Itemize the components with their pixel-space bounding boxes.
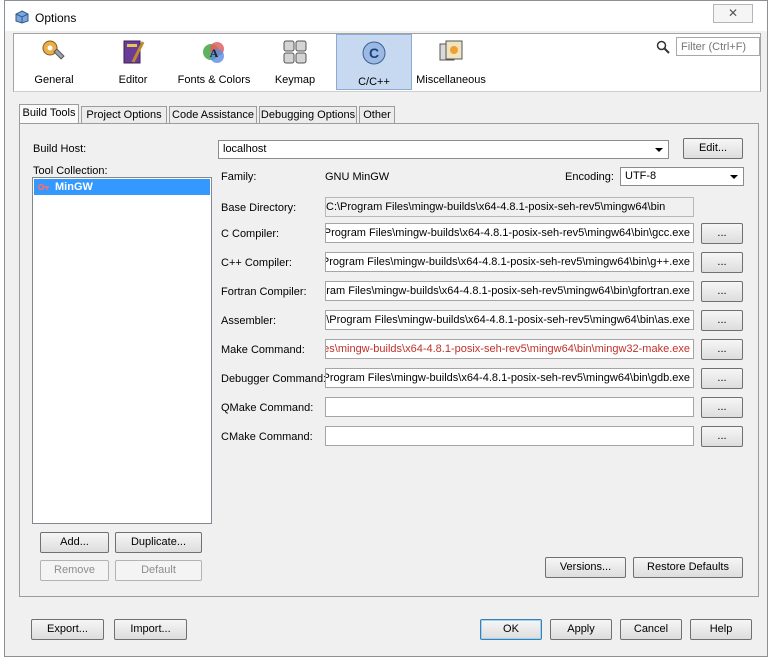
category-general[interactable]: General <box>16 34 92 90</box>
tool-collection-list[interactable]: MinGW <box>32 177 212 524</box>
cmake-command-label: CMake Command: <box>221 431 313 443</box>
base-directory-label: Base Directory: <box>221 202 297 214</box>
title-bar: Options ✕ <box>5 1 767 31</box>
c-compiler-field[interactable]: C:\Program Files\mingw-builds\x64-4.8.1-… <box>325 223 694 243</box>
restore-defaults-button[interactable]: Restore Defaults <box>633 557 743 578</box>
tab-debugging-options[interactable]: Debugging Options <box>259 106 357 124</box>
category-label: Keymap <box>274 74 316 86</box>
tab-code-assistance[interactable]: Code Assistance <box>169 106 257 124</box>
category-miscellaneous[interactable]: Miscellaneous <box>414 34 488 90</box>
picture-frames-icon <box>439 40 463 61</box>
category-label: Fonts & Colors <box>177 74 251 86</box>
c-compiler-browse-button[interactable]: ... <box>701 223 743 244</box>
palette-icon: A <box>203 42 224 63</box>
build-host-value: localhost <box>223 143 267 155</box>
ok-button[interactable]: OK <box>480 619 542 640</box>
help-button[interactable]: Help <box>690 619 752 640</box>
cpp-compiler-label: C++ Compiler: <box>221 257 292 269</box>
family-value: GNU MinGW <box>325 171 390 183</box>
add-button[interactable]: Add... <box>40 532 109 553</box>
tab-other[interactable]: Other <box>359 106 395 124</box>
base-directory-value: C:\Program Files\mingw-builds\x64-4.8.1-… <box>326 201 666 213</box>
qmake-command-browse-button[interactable]: ... <box>701 397 743 418</box>
export-button[interactable]: Export... <box>31 619 104 640</box>
debugger-command-field[interactable]: C:\Program Files\mingw-builds\x64-4.8.1-… <box>325 368 694 388</box>
options-dialog: Options ✕ General Editor A Fonts & Color… <box>4 0 768 657</box>
tab-build-tools[interactable]: Build Tools <box>19 104 79 125</box>
gear-wrench-icon <box>42 40 65 60</box>
key-icon <box>38 183 49 191</box>
debugger-command-label: Debugger Command: <box>221 373 327 385</box>
category-label: General <box>34 74 74 86</box>
duplicate-button[interactable]: Duplicate... <box>115 532 202 553</box>
assembler-label: Assembler: <box>221 315 277 327</box>
category-keymap[interactable]: Keymap <box>256 34 334 90</box>
family-label: Family: <box>221 171 257 183</box>
cpp-compiler-field[interactable]: C:\Program Files\mingw-builds\x64-4.8.1-… <box>325 252 694 272</box>
keyboard-icon <box>283 40 307 64</box>
import-button[interactable]: Import... <box>114 619 187 640</box>
category-fonts-colors[interactable]: A Fonts & Colors <box>174 34 254 90</box>
window-title: Options <box>35 11 77 25</box>
c-language-icon: C <box>362 41 386 65</box>
debugger-command-value: C:\Program Files\mingw-builds\x64-4.8.1-… <box>325 372 690 384</box>
fortran-compiler-browse-button[interactable]: ... <box>701 281 743 302</box>
qmake-command-label: QMake Command: <box>221 402 314 414</box>
tab-project-options[interactable]: Project Options <box>81 106 167 124</box>
category-c-cpp[interactable]: C C/C++ <box>336 34 412 90</box>
fortran-compiler-value: C:\Program Files\mingw-builds\x64-4.8.1-… <box>325 285 690 297</box>
close-button[interactable]: ✕ <box>713 4 753 23</box>
book-pen-icon <box>123 40 145 64</box>
c-compiler-value: C:\Program Files\mingw-builds\x64-4.8.1-… <box>325 227 690 239</box>
cmake-command-browse-button[interactable]: ... <box>701 426 743 447</box>
category-label: Miscellaneous <box>416 74 486 86</box>
debugger-command-browse-button[interactable]: ... <box>701 368 743 389</box>
chevron-down-icon <box>730 175 738 179</box>
build-host-label: Build Host: <box>33 143 87 155</box>
chevron-down-icon <box>655 148 663 152</box>
category-label: C/C++ <box>358 76 390 88</box>
svg-text:A: A <box>210 46 219 60</box>
category-editor[interactable]: Editor <box>94 34 172 90</box>
assembler-field[interactable]: C:\Program Files\mingw-builds\x64-4.8.1-… <box>325 310 694 330</box>
cmake-command-field[interactable] <box>325 426 694 446</box>
apply-button[interactable]: Apply <box>550 619 612 640</box>
cpp-compiler-value: C:\Program Files\mingw-builds\x64-4.8.1-… <box>325 256 690 268</box>
cancel-button[interactable]: Cancel <box>620 619 682 640</box>
category-label: Editor <box>118 74 148 86</box>
svg-text:C: C <box>369 45 379 61</box>
cpp-compiler-browse-button[interactable]: ... <box>701 252 743 273</box>
make-command-label: Make Command: <box>221 344 305 356</box>
remove-button[interactable]: Remove <box>40 560 109 581</box>
list-item-label: MinGW <box>55 181 93 193</box>
assembler-browse-button[interactable]: ... <box>701 310 743 331</box>
fortran-compiler-field[interactable]: C:\Program Files\mingw-builds\x64-4.8.1-… <box>325 281 694 301</box>
encoding-value: UTF-8 <box>625 170 657 182</box>
default-button[interactable]: Default <box>115 560 202 581</box>
list-item[interactable]: MinGW <box>34 179 210 195</box>
fortran-compiler-label: Fortran Compiler: <box>221 286 307 298</box>
base-directory-field[interactable]: C:\Program Files\mingw-builds\x64-4.8.1-… <box>325 197 694 217</box>
make-command-browse-button[interactable]: ... <box>701 339 743 360</box>
cube-icon <box>15 10 29 24</box>
edit-host-button[interactable]: Edit... <box>683 138 743 159</box>
category-toolbar: General Editor A Fonts & Colors Keymap C… <box>13 33 761 92</box>
make-command-field[interactable]: C:\Program Files\mingw-builds\x64-4.8.1-… <box>325 339 694 359</box>
c-compiler-label: C Compiler: <box>221 228 280 240</box>
versions-button[interactable]: Versions... <box>545 557 626 578</box>
encoding-label: Encoding: <box>565 171 614 183</box>
build-host-select[interactable]: localhost <box>218 140 669 159</box>
encoding-select[interactable]: UTF-8 <box>620 167 744 186</box>
tool-collection-label: Tool Collection: <box>33 165 108 177</box>
make-command-value: C:\Program Files\mingw-builds\x64-4.8.1-… <box>325 343 690 355</box>
qmake-command-field[interactable] <box>325 397 694 417</box>
filter-input[interactable] <box>676 37 760 56</box>
assembler-value: C:\Program Files\mingw-builds\x64-4.8.1-… <box>325 314 690 326</box>
search-icon <box>656 40 670 54</box>
close-icon: ✕ <box>727 6 739 20</box>
